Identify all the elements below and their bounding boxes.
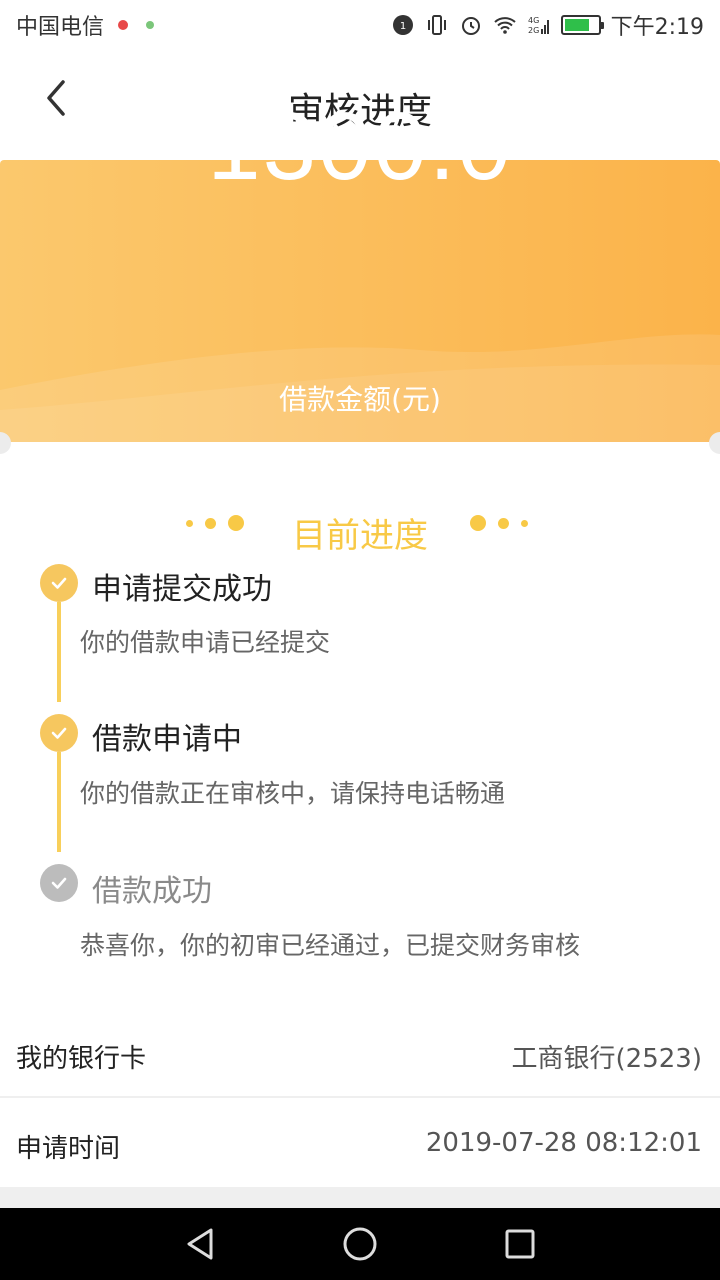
step-title: 借款申请中 (92, 722, 242, 757)
recents-square-icon[interactable] (500, 1224, 540, 1264)
cellular-4g-icon: 4G2G (528, 16, 549, 35)
svg-text:1: 1 (399, 21, 405, 32)
clock: 下午2:19 (610, 15, 704, 40)
notification-icon (118, 20, 129, 30)
bank-card-value: 工商银行(2523) (511, 1044, 702, 1074)
signal-badge-icon: 1 (392, 15, 413, 35)
home-circle-icon[interactable] (340, 1224, 380, 1264)
check-circle-icon (40, 564, 78, 602)
check-circle-icon (40, 864, 78, 902)
loan-amount-label: 借款金额(元) (279, 383, 441, 416)
loan-amount: 1300.0 (207, 93, 513, 200)
vibrate-icon (427, 15, 446, 35)
back-triangle-icon[interactable] (180, 1224, 220, 1264)
timeline-connector (57, 752, 61, 852)
battery-icon (560, 15, 604, 35)
apply-time-label: 申请时间 (16, 1134, 121, 1164)
bottom-spacer (0, 1187, 720, 1208)
svg-text:2G: 2G (528, 26, 539, 35)
ticket-notch-right (709, 432, 720, 454)
carrier-name: 中国电信 (16, 15, 105, 40)
progress-title: 目前进度 (292, 516, 428, 556)
apply-time-row: 申请时间 2019-07-28 08:12:01 (0, 1098, 720, 1186)
alarm-icon (461, 17, 480, 35)
timeline-connector (57, 602, 61, 702)
bank-card-row[interactable]: 我的银行卡 工商银行(2523) (0, 1010, 720, 1098)
status-bar: 中国电信 1 4G 2G 下午2:19 (0, 0, 720, 50)
decor-dots-right (470, 515, 528, 531)
bank-card-label: 我的银行卡 (16, 1044, 147, 1074)
system-nav-bar (0, 1208, 720, 1280)
apply-time-value: 2019-07-28 08:12:01 (425, 1128, 702, 1158)
notification-icon (146, 21, 155, 29)
step-description: 你的借款申请已经提交 (80, 628, 331, 657)
svg-text:4G: 4G (528, 16, 539, 25)
wifi-icon (493, 17, 516, 34)
step-description: 你的借款正在审核中，请保持电话畅通 (80, 779, 506, 808)
step-title: 借款成功 (92, 874, 212, 909)
check-circle-icon (40, 714, 78, 752)
step-description: 恭喜你，你的初审已经通过，已提交财务审核 (80, 931, 581, 960)
step-title: 申请提交成功 (92, 572, 272, 607)
